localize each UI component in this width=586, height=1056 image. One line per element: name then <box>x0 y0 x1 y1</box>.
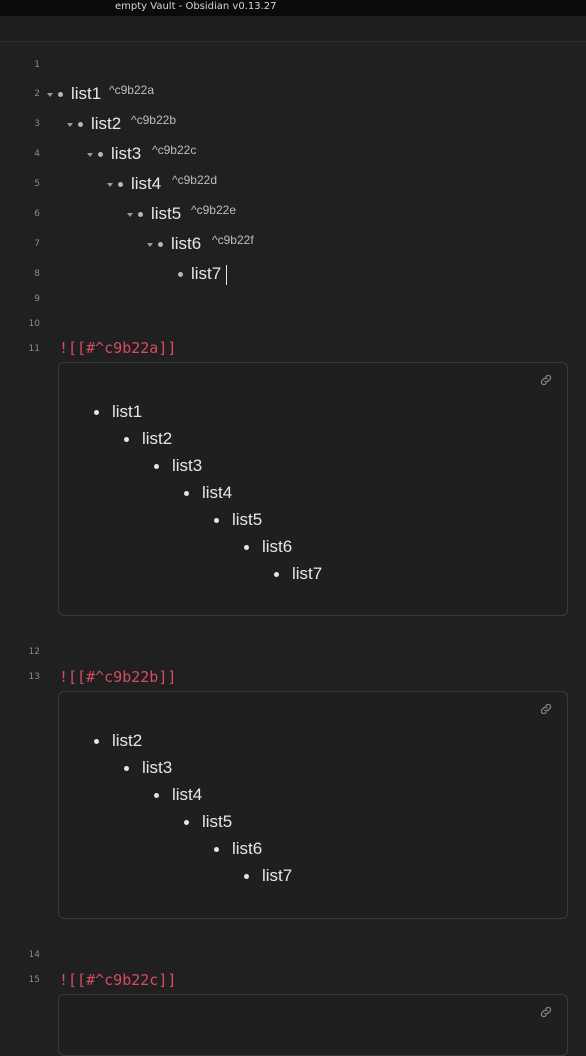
embed-list-item: list6 <box>244 537 292 557</box>
embed-list-item: list2 <box>124 429 172 449</box>
line-number: 7 <box>34 239 40 249</box>
chevron-down-icon[interactable] <box>87 153 93 157</box>
line-number: 8 <box>34 269 40 279</box>
text-cursor <box>226 265 227 285</box>
bullet-icon <box>98 152 103 157</box>
embed-list-item: list2 <box>94 731 142 751</box>
list-item[interactable]: list5 <box>151 204 181 224</box>
embed-list-item: list7 <box>274 564 322 584</box>
embed-link[interactable]: ![[#^c9b22a]] <box>59 339 176 357</box>
embed-preview[interactable] <box>58 994 568 1056</box>
embed-preview[interactable]: list1 list2 list3 list4 list5 list6 list… <box>58 362 568 616</box>
block-id[interactable]: ^c9b22c <box>152 143 196 157</box>
embed-list-item: list3 <box>124 758 172 778</box>
bullet-icon <box>138 212 143 217</box>
line-number: 14 <box>28 950 40 960</box>
block-id[interactable]: ^c9b22d <box>172 173 217 187</box>
bullet-icon <box>118 182 123 187</box>
list-item[interactable]: list6 <box>171 234 201 254</box>
link-icon[interactable] <box>539 373 553 387</box>
embed-list-item: list6 <box>214 839 262 859</box>
line-number: 15 <box>28 975 40 985</box>
line-number: 2 <box>34 89 40 99</box>
embed-list-item: list4 <box>184 483 232 503</box>
link-icon[interactable] <box>539 702 553 716</box>
list-item[interactable]: list3 <box>111 144 141 164</box>
chevron-down-icon[interactable] <box>147 243 153 247</box>
chevron-down-icon[interactable] <box>47 93 53 97</box>
line-number: 6 <box>34 209 40 219</box>
block-id[interactable]: ^c9b22f <box>212 233 254 247</box>
markdown-editor[interactable]: 1 2 3 4 5 6 7 8 9 10 11 12 13 14 15 list… <box>0 42 586 1056</box>
line-number: 10 <box>28 319 40 329</box>
line-number: 11 <box>28 344 40 354</box>
line-number: 13 <box>28 672 40 682</box>
line-number: 9 <box>34 294 40 304</box>
line-number: 12 <box>28 647 40 657</box>
embed-list-item: list5 <box>214 510 262 530</box>
embed-list-item: list1 <box>94 402 142 422</box>
bullet-icon <box>78 122 83 127</box>
link-icon[interactable] <box>539 1005 553 1019</box>
list-item[interactable]: list1 <box>71 84 101 104</box>
block-id[interactable]: ^c9b22a <box>109 83 154 97</box>
list-item[interactable]: list4 <box>131 174 161 194</box>
embed-list-item: list4 <box>154 785 202 805</box>
bullet-icon <box>58 92 63 97</box>
chevron-down-icon[interactable] <box>67 123 73 127</box>
window-title: empty Vault - Obsidian v0.13.27 <box>115 1 277 12</box>
embed-list-item: list7 <box>244 866 292 886</box>
list-item[interactable]: list2 <box>91 114 121 134</box>
bullet-icon <box>178 272 183 277</box>
embed-list-item: list3 <box>154 456 202 476</box>
block-id[interactable]: ^c9b22b <box>131 113 176 127</box>
chevron-down-icon[interactable] <box>127 213 133 217</box>
embed-link[interactable]: ![[#^c9b22b]] <box>59 668 176 686</box>
embed-link[interactable]: ![[#^c9b22c]] <box>59 971 176 989</box>
line-number: 1 <box>34 60 40 70</box>
view-header <box>0 16 586 42</box>
line-number: 3 <box>34 119 40 129</box>
line-number: 5 <box>34 179 40 189</box>
window-titlebar[interactable]: empty Vault - Obsidian v0.13.27 <box>0 0 586 16</box>
chevron-down-icon[interactable] <box>107 183 113 187</box>
line-number: 4 <box>34 149 40 159</box>
list-item[interactable]: list7 <box>191 264 221 284</box>
bullet-icon <box>158 242 163 247</box>
block-id[interactable]: ^c9b22e <box>191 203 236 217</box>
embed-preview[interactable]: list2 list3 list4 list5 list6 list7 <box>58 691 568 919</box>
embed-list-item: list5 <box>184 812 232 832</box>
